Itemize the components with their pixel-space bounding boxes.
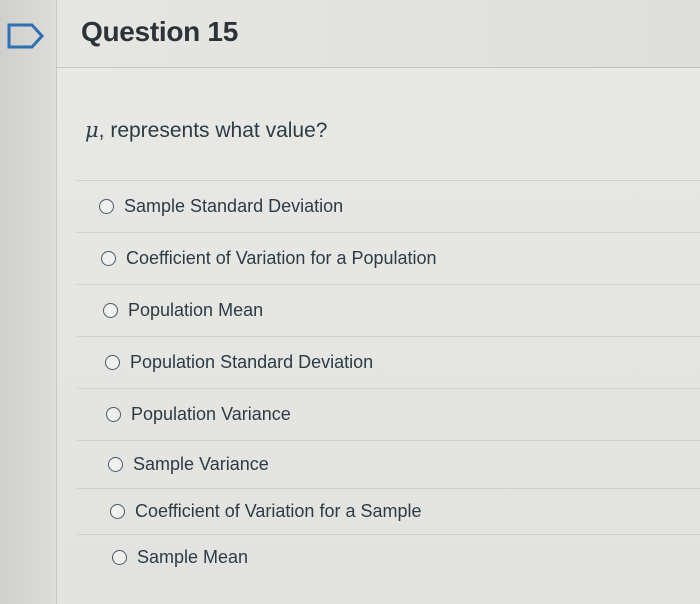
radio-button[interactable] (108, 457, 123, 472)
answer-option[interactable]: Sample Mean (77, 534, 700, 580)
radio-button[interactable] (101, 251, 116, 266)
answer-label: Population Mean (128, 300, 264, 320)
quiz-page: Question 15 μ, represents what value? Sa… (0, 0, 700, 604)
radio-button[interactable] (103, 303, 118, 318)
question-flag-gutter (0, 0, 56, 604)
radio-button[interactable] (99, 199, 114, 214)
answer-label: Population Variance (131, 404, 291, 424)
answer-label: Coefficient of Variation for a Populatio… (126, 248, 437, 268)
answer-label: Sample Variance (133, 454, 269, 474)
answer-option[interactable]: Population Standard Deviation (77, 336, 700, 388)
question-body: μ, represents what value? Sample Standar… (56, 68, 700, 604)
question-header: Question 15 (56, 0, 700, 68)
radio-button[interactable] (110, 504, 125, 519)
question-prompt-text: , represents what value? (98, 119, 328, 142)
answer-label: Coefficient of Variation for a Sample (135, 501, 422, 521)
answer-option[interactable]: Population Variance (77, 388, 700, 440)
answer-option[interactable]: Population Mean (77, 284, 700, 336)
question-title: Question 15 (81, 16, 238, 47)
mu-symbol: μ (85, 118, 99, 142)
answer-option[interactable]: Sample Variance (77, 440, 700, 488)
answer-label: Population Standard Deviation (130, 352, 374, 372)
flag-icon[interactable] (6, 22, 46, 50)
radio-button[interactable] (112, 550, 127, 565)
radio-button[interactable] (106, 407, 121, 422)
radio-button[interactable] (105, 355, 120, 370)
answer-list: Sample Standard Deviation Coefficient of… (77, 180, 700, 580)
answer-option[interactable]: Coefficient of Variation for a Sample (77, 488, 700, 534)
answer-option[interactable]: Sample Standard Deviation (77, 180, 700, 232)
answer-label: Sample Mean (137, 547, 249, 567)
answer-label: Sample Standard Deviation (124, 196, 344, 216)
answer-option[interactable]: Coefficient of Variation for a Populatio… (77, 232, 700, 284)
question-prompt: μ, represents what value? (85, 118, 327, 143)
